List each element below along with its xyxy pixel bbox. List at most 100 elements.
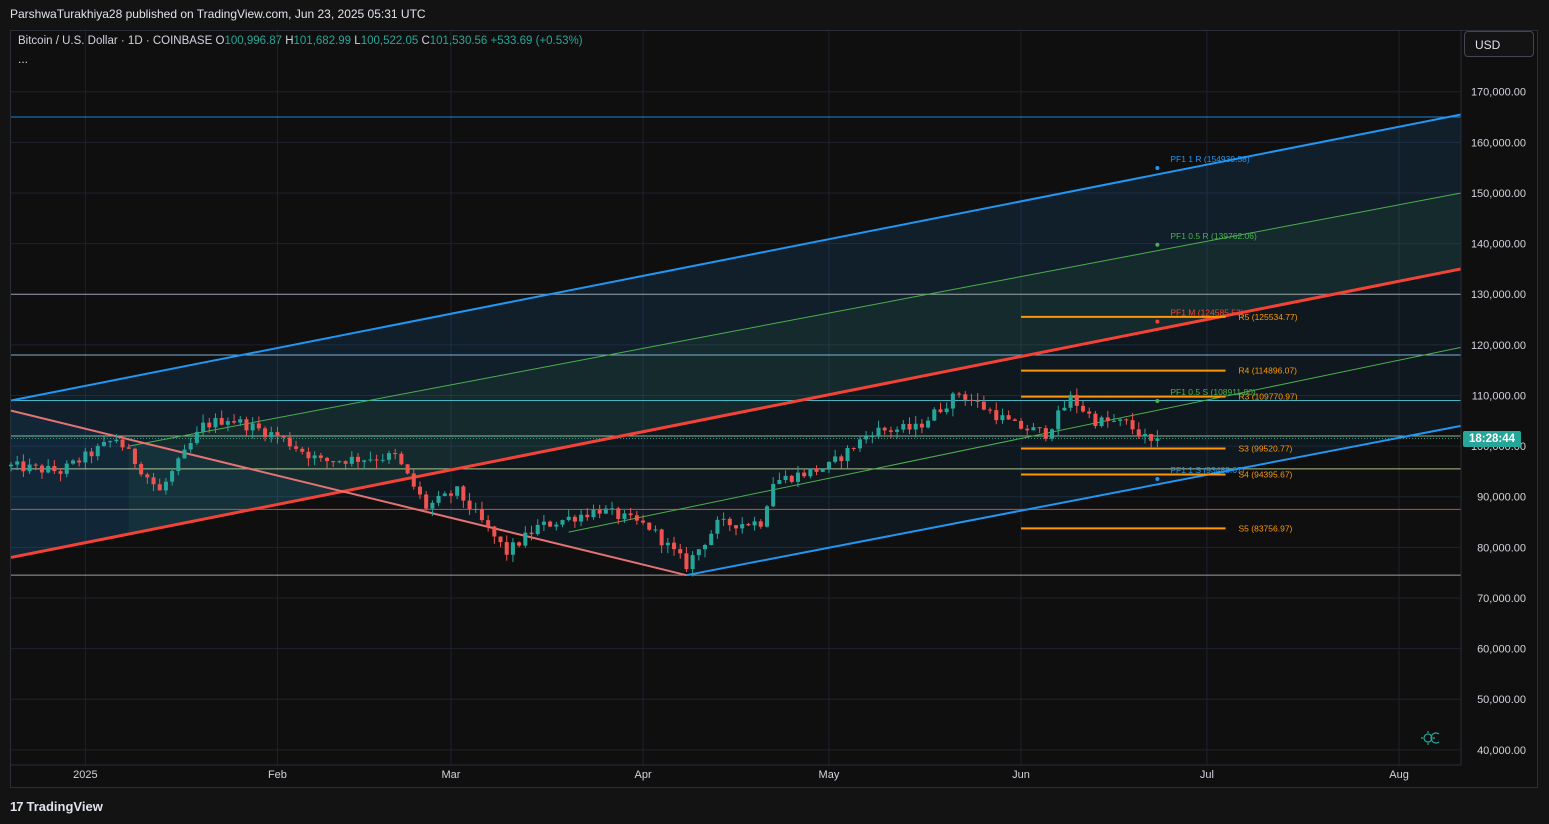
candle-body <box>126 447 131 449</box>
candle-body <box>857 439 862 449</box>
candle-body <box>89 451 94 457</box>
candle-body <box>795 472 800 482</box>
x-tick-label: Jul <box>1200 769 1214 781</box>
symbol-title[interactable]: Bitcoin / U.S. Dollar · 1D · COINBASE <box>18 35 212 47</box>
low-value: 100,522.05 <box>360 35 419 47</box>
candle-body <box>1142 434 1147 437</box>
channel-marker <box>1155 165 1160 170</box>
channel-marker <box>1155 242 1160 247</box>
candle-body <box>907 423 912 430</box>
candle-body <box>1136 429 1141 437</box>
x-tick-label: Aug <box>1389 769 1409 781</box>
candle-body <box>108 441 113 443</box>
candle-body <box>194 431 199 444</box>
candle-body <box>1012 419 1017 421</box>
y-tick-label: 80,000.00 <box>1477 542 1526 554</box>
channel-label: PF1 1 R (154939.58) <box>1170 154 1250 164</box>
candle-body <box>219 418 224 425</box>
candle-body <box>969 399 974 401</box>
x-tick-label: Jun <box>1012 769 1030 781</box>
candle-body <box>610 508 615 510</box>
candle-body <box>139 464 144 475</box>
candle-body <box>771 483 776 507</box>
candle-body <box>820 468 825 472</box>
candle-body <box>950 393 955 409</box>
candle-body <box>1155 438 1160 441</box>
candle-body <box>1105 417 1110 422</box>
close-label: C <box>421 35 430 47</box>
candle-body <box>603 508 608 514</box>
candle-body <box>461 486 466 501</box>
chart-svg[interactable]: R5 (125534.77)R4 (114896.07)R3 (109770.9… <box>0 0 1549 824</box>
candle-body <box>238 419 243 423</box>
open-value: 100,996.87 <box>224 35 282 47</box>
candle-body <box>585 514 590 518</box>
candle-body <box>8 464 14 467</box>
candle-body <box>455 486 460 496</box>
legend-more-button[interactable]: ... <box>18 52 28 66</box>
candle-body <box>901 423 906 430</box>
candle-body <box>170 471 175 482</box>
candle-body <box>21 461 26 472</box>
candle-body <box>696 549 701 556</box>
candle-body <box>256 423 261 429</box>
candle-body <box>225 421 230 425</box>
candle-body <box>641 520 646 523</box>
change-value: +533.69 (+0.53%) <box>490 35 583 47</box>
candle-body <box>554 524 559 527</box>
candle-body <box>145 474 150 478</box>
candle-body <box>808 468 813 477</box>
candle-body <box>201 422 206 432</box>
candle-body <box>932 409 937 421</box>
candle-body <box>1068 394 1073 408</box>
candle-body <box>1056 410 1061 430</box>
candle-body <box>46 465 51 473</box>
candle-body <box>839 456 844 462</box>
high-label: H <box>285 35 294 47</box>
y-tick-label: 150,000.00 <box>1471 188 1526 200</box>
currency-button[interactable]: USD <box>1464 31 1534 57</box>
candle-body <box>188 443 193 450</box>
candle-body <box>176 458 181 472</box>
candle-body <box>653 529 658 531</box>
candle-body <box>814 468 819 472</box>
candle-body <box>665 542 670 546</box>
ohlc-legend: Bitcoin / U.S. Dollar · 1D · COINBASE O1… <box>18 35 583 47</box>
candle-body <box>913 423 918 430</box>
candle-body <box>114 439 119 442</box>
candle-body <box>510 542 515 555</box>
candle-body <box>70 460 75 464</box>
candle-body <box>715 519 720 534</box>
candle-body <box>541 521 546 525</box>
candle-body <box>250 423 255 431</box>
x-tick-label: Apr <box>634 769 651 781</box>
candle-body <box>312 455 317 459</box>
candle-body <box>758 521 763 527</box>
candle-body <box>572 516 577 522</box>
settings-icon[interactable] <box>1421 731 1440 745</box>
candle-body <box>1111 420 1117 422</box>
candle-body <box>746 524 751 526</box>
candle-body <box>938 409 943 413</box>
candle-body <box>343 461 348 464</box>
bottom-bar <box>0 792 1549 824</box>
candle-body <box>64 463 69 474</box>
candle-body <box>479 508 484 521</box>
candle-body <box>851 447 856 449</box>
y-tick-label: 90,000.00 <box>1477 492 1526 504</box>
candle-body <box>362 460 367 462</box>
candle-body <box>919 423 924 428</box>
candle-body <box>405 464 410 474</box>
pivot-label: R4 (114896.07) <box>1239 366 1298 376</box>
candle-body <box>727 518 732 526</box>
candle-body <box>647 522 652 530</box>
candle-body <box>1043 428 1048 439</box>
brand-label: TradingView <box>26 799 103 814</box>
candle-body <box>83 451 88 463</box>
candle-body <box>752 521 757 526</box>
channel-marker <box>1155 398 1160 403</box>
candle-body <box>870 436 875 438</box>
candle-body <box>157 484 162 491</box>
candle-body <box>833 456 838 462</box>
candle-body <box>95 445 100 457</box>
